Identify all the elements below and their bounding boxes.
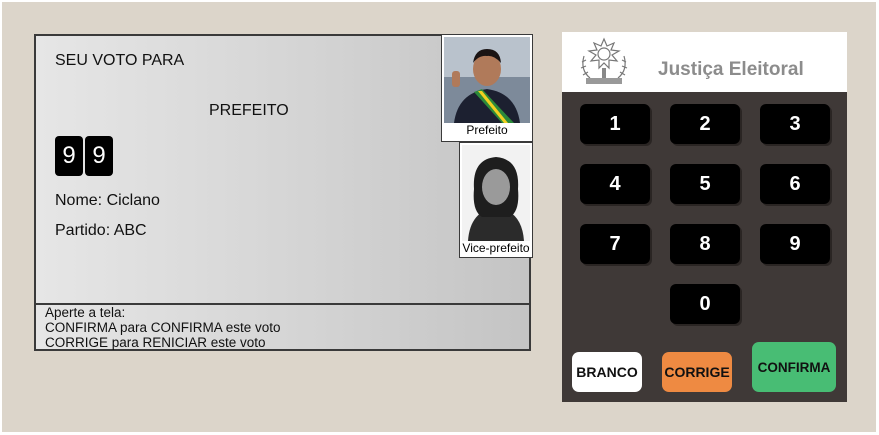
instructions-line-3: CORRIGE para RENICIAR este voto <box>45 335 266 350</box>
corrige-button[interactable]: CORRIGE <box>662 352 732 392</box>
key-9[interactable]: 9 <box>760 224 830 264</box>
instructions: Aperte a tela: CONFIRMA para CONFIRMA es… <box>45 305 281 350</box>
vote-title: SEU VOTO PARA <box>55 52 185 69</box>
keypad-title: Justiça Eleitoral <box>658 59 804 80</box>
vice-mayor-caption: Vice-prefeito <box>462 241 530 255</box>
ballot-info-panel: SEU VOTO PARA PREFEITO 9 9 Nome: Ciclano… <box>36 34 533 305</box>
confirma-button[interactable]: CONFIRMA <box>752 342 836 392</box>
branco-button[interactable]: BRANCO <box>572 352 642 392</box>
number-digit-1: 9 <box>55 136 83 176</box>
ballot-screen[interactable]: SEU VOTO PARA PREFEITO 9 9 Nome: Ciclano… <box>34 34 533 351</box>
key-5[interactable]: 5 <box>670 164 740 204</box>
keypad-header: Justiça Eleitoral <box>562 32 847 92</box>
vice-mayor-photo-card: Vice-prefeito <box>459 142 533 258</box>
mayor-photo <box>444 37 530 123</box>
coat-of-arms-icon <box>580 37 628 84</box>
key-1[interactable]: 1 <box>580 104 650 144</box>
candidate-number: 9 9 <box>55 136 113 176</box>
voting-machine-frame: SEU VOTO PARA PREFEITO 9 9 Nome: Ciclano… <box>2 2 876 432</box>
vice-mayor-photo <box>462 145 530 241</box>
key-6[interactable]: 6 <box>760 164 830 204</box>
number-digit-2: 9 <box>85 136 113 176</box>
instructions-line-1: Aperte a tela: <box>45 305 126 320</box>
key-3[interactable]: 3 <box>760 104 830 144</box>
keypad-panel: Justiça Eleitoral 1 2 3 4 5 6 7 8 9 0 BR… <box>562 32 847 402</box>
key-0[interactable]: 0 <box>670 284 740 324</box>
key-4[interactable]: 4 <box>580 164 650 204</box>
mayor-caption: Prefeito <box>466 123 508 137</box>
key-7[interactable]: 7 <box>580 224 650 264</box>
key-8[interactable]: 8 <box>670 224 740 264</box>
key-2[interactable]: 2 <box>670 104 740 144</box>
office-label: PREFEITO <box>209 102 289 119</box>
mayor-photo-card: Prefeito <box>441 34 533 142</box>
candidate-party: Partido: ABC <box>55 222 147 239</box>
candidate-name: Nome: Ciclano <box>55 192 160 209</box>
instructions-line-2: CONFIRMA para CONFIRMA este voto <box>45 320 281 335</box>
